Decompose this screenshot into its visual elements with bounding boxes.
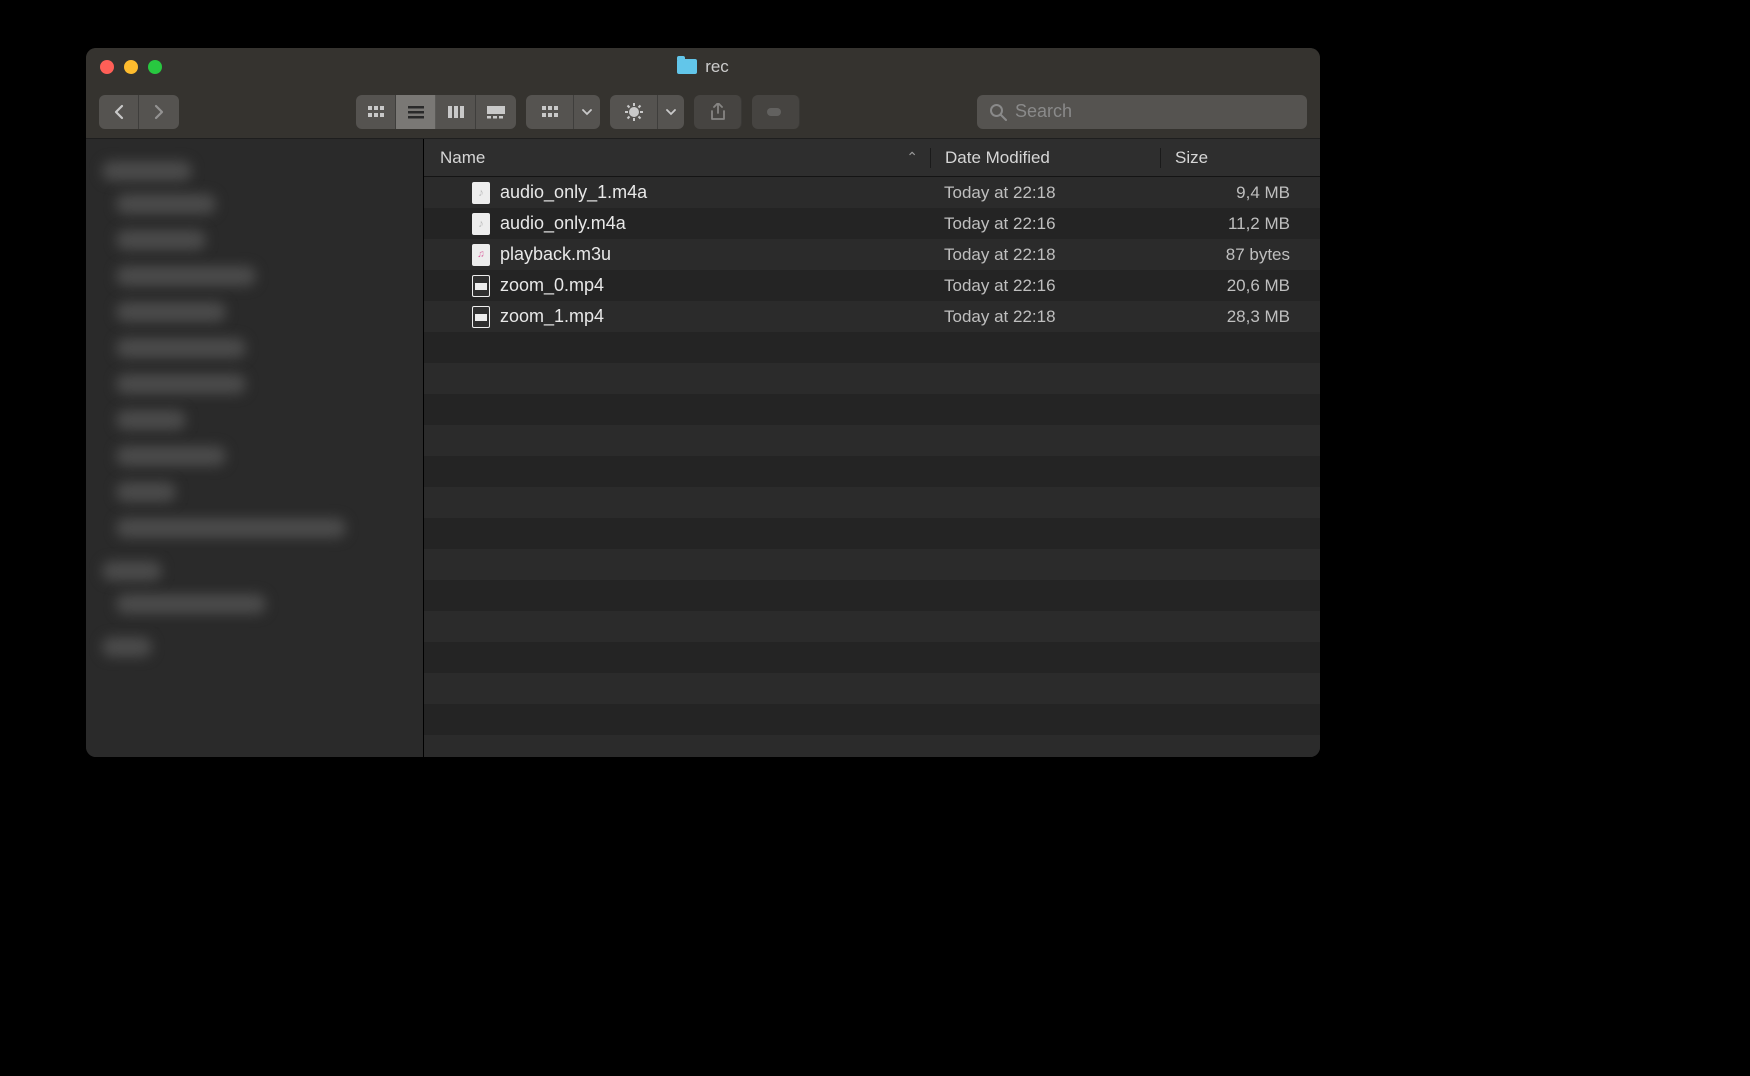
playlist-file-icon: [472, 244, 490, 266]
toolbar: [86, 85, 1320, 139]
empty-row: [424, 642, 1320, 673]
sidebar-item[interactable]: [98, 225, 411, 255]
file-row[interactable]: playback.m3u Today at 22:1887 bytes: [424, 239, 1320, 270]
video-file-icon: [472, 275, 490, 297]
view-gallery-button[interactable]: [476, 95, 516, 129]
sort-ascending-icon: ⌃: [906, 149, 918, 166]
file-size: 20,6 MB: [1160, 276, 1320, 296]
traffic-lights: [100, 60, 162, 74]
column-size[interactable]: Size: [1160, 148, 1320, 168]
view-list-button[interactable]: [396, 95, 436, 129]
column-name-label: Name: [440, 148, 485, 168]
view-icon-button[interactable]: [356, 95, 396, 129]
close-button[interactable]: [100, 60, 114, 74]
empty-row: [424, 735, 1320, 757]
file-name: zoom_0.mp4: [500, 275, 604, 296]
arrange-button-group: [526, 95, 600, 129]
sidebar-item[interactable]: [98, 405, 411, 435]
view-mode-buttons: [356, 95, 516, 129]
file-size: 87 bytes: [1160, 245, 1320, 265]
column-header: Name ⌃ Date Modified Size: [424, 139, 1320, 177]
column-name[interactable]: Name ⌃: [424, 148, 930, 168]
search-input[interactable]: [1015, 101, 1295, 122]
window-title: rec: [705, 57, 729, 77]
empty-row: [424, 332, 1320, 363]
action-button[interactable]: [610, 95, 658, 129]
file-size: 9,4 MB: [1160, 183, 1320, 203]
view-column-button[interactable]: [436, 95, 476, 129]
empty-row: [424, 580, 1320, 611]
file-date: Today at 22:16: [930, 214, 1160, 234]
sidebar-item[interactable]: [98, 589, 411, 619]
sidebar: [86, 139, 424, 757]
sidebar-item[interactable]: [98, 477, 411, 507]
titlebar: rec: [86, 48, 1320, 85]
empty-row: [424, 518, 1320, 549]
finder-window: rec: [86, 48, 1320, 757]
minimize-button[interactable]: [124, 60, 138, 74]
sidebar-item[interactable]: [98, 261, 411, 291]
window-body: Name ⌃ Date Modified Size audio_only_1.m…: [86, 139, 1320, 757]
column-size-label: Size: [1175, 148, 1208, 167]
file-date: Today at 22:16: [930, 276, 1160, 296]
folder-icon: [677, 59, 697, 74]
file-name: audio_only.m4a: [500, 213, 626, 234]
empty-row: [424, 456, 1320, 487]
file-size: 11,2 MB: [1160, 214, 1320, 234]
nav-buttons: [99, 95, 179, 129]
action-button-group: [610, 95, 684, 129]
sidebar-item[interactable]: [98, 297, 411, 327]
file-row[interactable]: zoom_1.mp4 Today at 22:1828,3 MB: [424, 301, 1320, 332]
file-size: 28,3 MB: [1160, 307, 1320, 327]
empty-row: [424, 394, 1320, 425]
file-name: zoom_1.mp4: [500, 306, 604, 327]
video-file-icon: [472, 306, 490, 328]
file-row[interactable]: audio_only_1.m4a Today at 22:189,4 MB: [424, 177, 1320, 208]
file-list: Name ⌃ Date Modified Size audio_only_1.m…: [424, 139, 1320, 757]
arrange-dropdown[interactable]: [574, 95, 600, 129]
maximize-button[interactable]: [148, 60, 162, 74]
empty-row: [424, 363, 1320, 394]
sidebar-item[interactable]: [98, 441, 411, 471]
file-name: audio_only_1.m4a: [500, 182, 647, 203]
sidebar-item[interactable]: [98, 333, 411, 363]
action-dropdown[interactable]: [658, 95, 684, 129]
share-button[interactable]: [694, 95, 742, 129]
empty-row: [424, 704, 1320, 735]
tags-button[interactable]: [752, 95, 800, 129]
sidebar-item[interactable]: [98, 189, 411, 219]
empty-row: [424, 611, 1320, 642]
audio-file-icon: [472, 182, 490, 204]
file-name: playback.m3u: [500, 244, 611, 265]
column-date-label: Date Modified: [945, 148, 1050, 167]
file-date: Today at 22:18: [930, 245, 1160, 265]
arrange-button[interactable]: [526, 95, 574, 129]
forward-button[interactable]: [139, 95, 179, 129]
audio-file-icon: [472, 213, 490, 235]
sidebar-item[interactable]: [98, 513, 411, 543]
back-button[interactable]: [99, 95, 139, 129]
file-rows: audio_only_1.m4aToday at 22:189,4 MBaudi…: [424, 177, 1320, 757]
file-date: Today at 22:18: [930, 183, 1160, 203]
search-icon: [989, 103, 1007, 121]
file-date: Today at 22:18: [930, 307, 1160, 327]
empty-row: [424, 487, 1320, 518]
file-row[interactable]: zoom_0.mp4 Today at 22:1620,6 MB: [424, 270, 1320, 301]
empty-row: [424, 549, 1320, 580]
file-row[interactable]: audio_only.m4a Today at 22:1611,2 MB: [424, 208, 1320, 239]
column-date[interactable]: Date Modified: [930, 148, 1160, 168]
search-field[interactable]: [977, 95, 1307, 129]
sidebar-item[interactable]: [98, 369, 411, 399]
empty-row: [424, 673, 1320, 704]
empty-row: [424, 425, 1320, 456]
